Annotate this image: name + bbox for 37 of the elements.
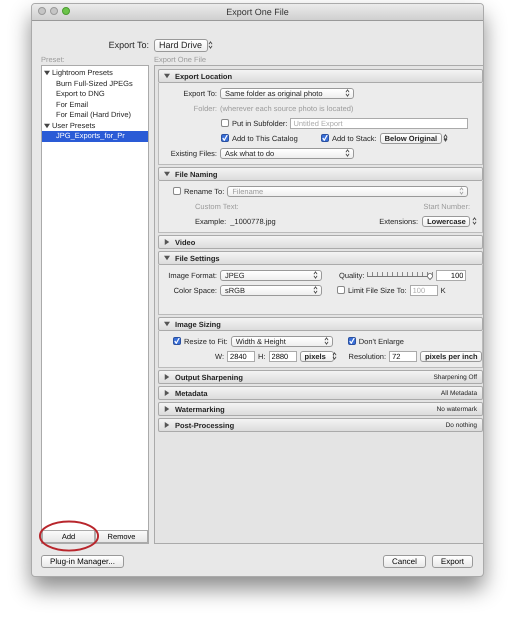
quality-slider[interactable] xyxy=(367,270,434,280)
checkbox[interactable] xyxy=(221,119,229,127)
checkbox[interactable] xyxy=(348,337,356,345)
checkbox[interactable] xyxy=(173,337,181,345)
plugin-manager-button[interactable]: Plug-in Manager... xyxy=(41,555,124,568)
checkbox[interactable] xyxy=(321,134,329,142)
disclosure-triangle-icon[interactable] xyxy=(164,406,170,412)
updown-arrow-icon xyxy=(208,41,214,49)
checkbox[interactable] xyxy=(337,286,345,294)
disclosure-triangle-icon[interactable] xyxy=(164,422,170,428)
disclosure-triangle-icon[interactable] xyxy=(164,374,170,380)
updown-arrow-icon xyxy=(313,271,318,279)
disclosure-triangle-icon[interactable] xyxy=(164,171,170,177)
updown-arrow-icon xyxy=(345,89,350,97)
export-to-label: Export To: xyxy=(108,40,149,50)
updown-arrow-icon xyxy=(345,149,350,157)
updown-arrow-icon xyxy=(459,187,464,195)
updown-arrow-icon xyxy=(313,286,318,294)
zoom-icon[interactable] xyxy=(62,7,70,15)
checkbox[interactable] xyxy=(221,134,229,142)
disclosure-triangle-icon[interactable] xyxy=(164,321,170,327)
disclosure-triangle-icon[interactable] xyxy=(164,255,170,261)
export-button[interactable]: Export xyxy=(432,555,473,568)
updown-arrow-icon xyxy=(332,352,337,360)
updown-arrow-icon xyxy=(324,337,329,345)
updown-arrow-icon xyxy=(443,134,448,142)
checkbox[interactable] xyxy=(173,187,181,195)
annotation-circle xyxy=(38,519,100,553)
cancel-button[interactable]: Cancel xyxy=(382,555,426,568)
disclosure-triangle-icon[interactable] xyxy=(164,73,170,79)
disclosure-triangle-icon[interactable] xyxy=(164,390,170,396)
disclosure-triangle-icon[interactable] xyxy=(44,122,50,129)
disclosure-triangle-icon[interactable] xyxy=(164,239,170,245)
slider-thumb[interactable] xyxy=(426,272,434,280)
window-title: Export One File xyxy=(226,7,289,17)
updown-arrow-icon xyxy=(472,217,477,225)
disclosure-triangle-icon[interactable] xyxy=(44,70,50,76)
